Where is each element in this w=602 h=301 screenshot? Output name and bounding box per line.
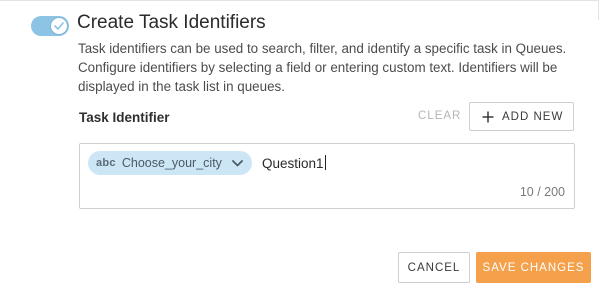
section-description: Task identifiers can be used to search, … [78,41,567,94]
task-identifier-label: Task Identifier [79,110,170,125]
add-new-label: ADD NEW [502,110,564,123]
cancel-button[interactable]: CANCEL [398,252,470,283]
field-chip[interactable]: abc Choose_your_city [88,151,252,175]
text-type-icon: abc [96,157,116,169]
task-identifier-editor[interactable]: abc Choose_your_city Question1 10 / 200 [79,143,575,209]
custom-text: Question1 [262,155,326,171]
chip-field-name: Choose_your_city [121,156,222,170]
plus-icon [482,111,494,123]
right-divider [598,0,599,20]
section-title: Create Task Identifiers [77,12,266,33]
custom-text-value: Question1 [262,156,324,171]
toggle-check-icon [50,17,68,35]
top-divider [0,0,598,1]
clear-button[interactable]: CLEAR [418,110,461,122]
text-caret [324,155,326,170]
identifiers-toggle[interactable] [31,16,69,36]
chevron-down-icon[interactable] [232,159,243,167]
add-new-button[interactable]: ADD NEW [469,102,574,131]
save-changes-button[interactable]: SAVE CHANGES [476,252,591,283]
character-counter: 10 / 200 [519,185,565,199]
